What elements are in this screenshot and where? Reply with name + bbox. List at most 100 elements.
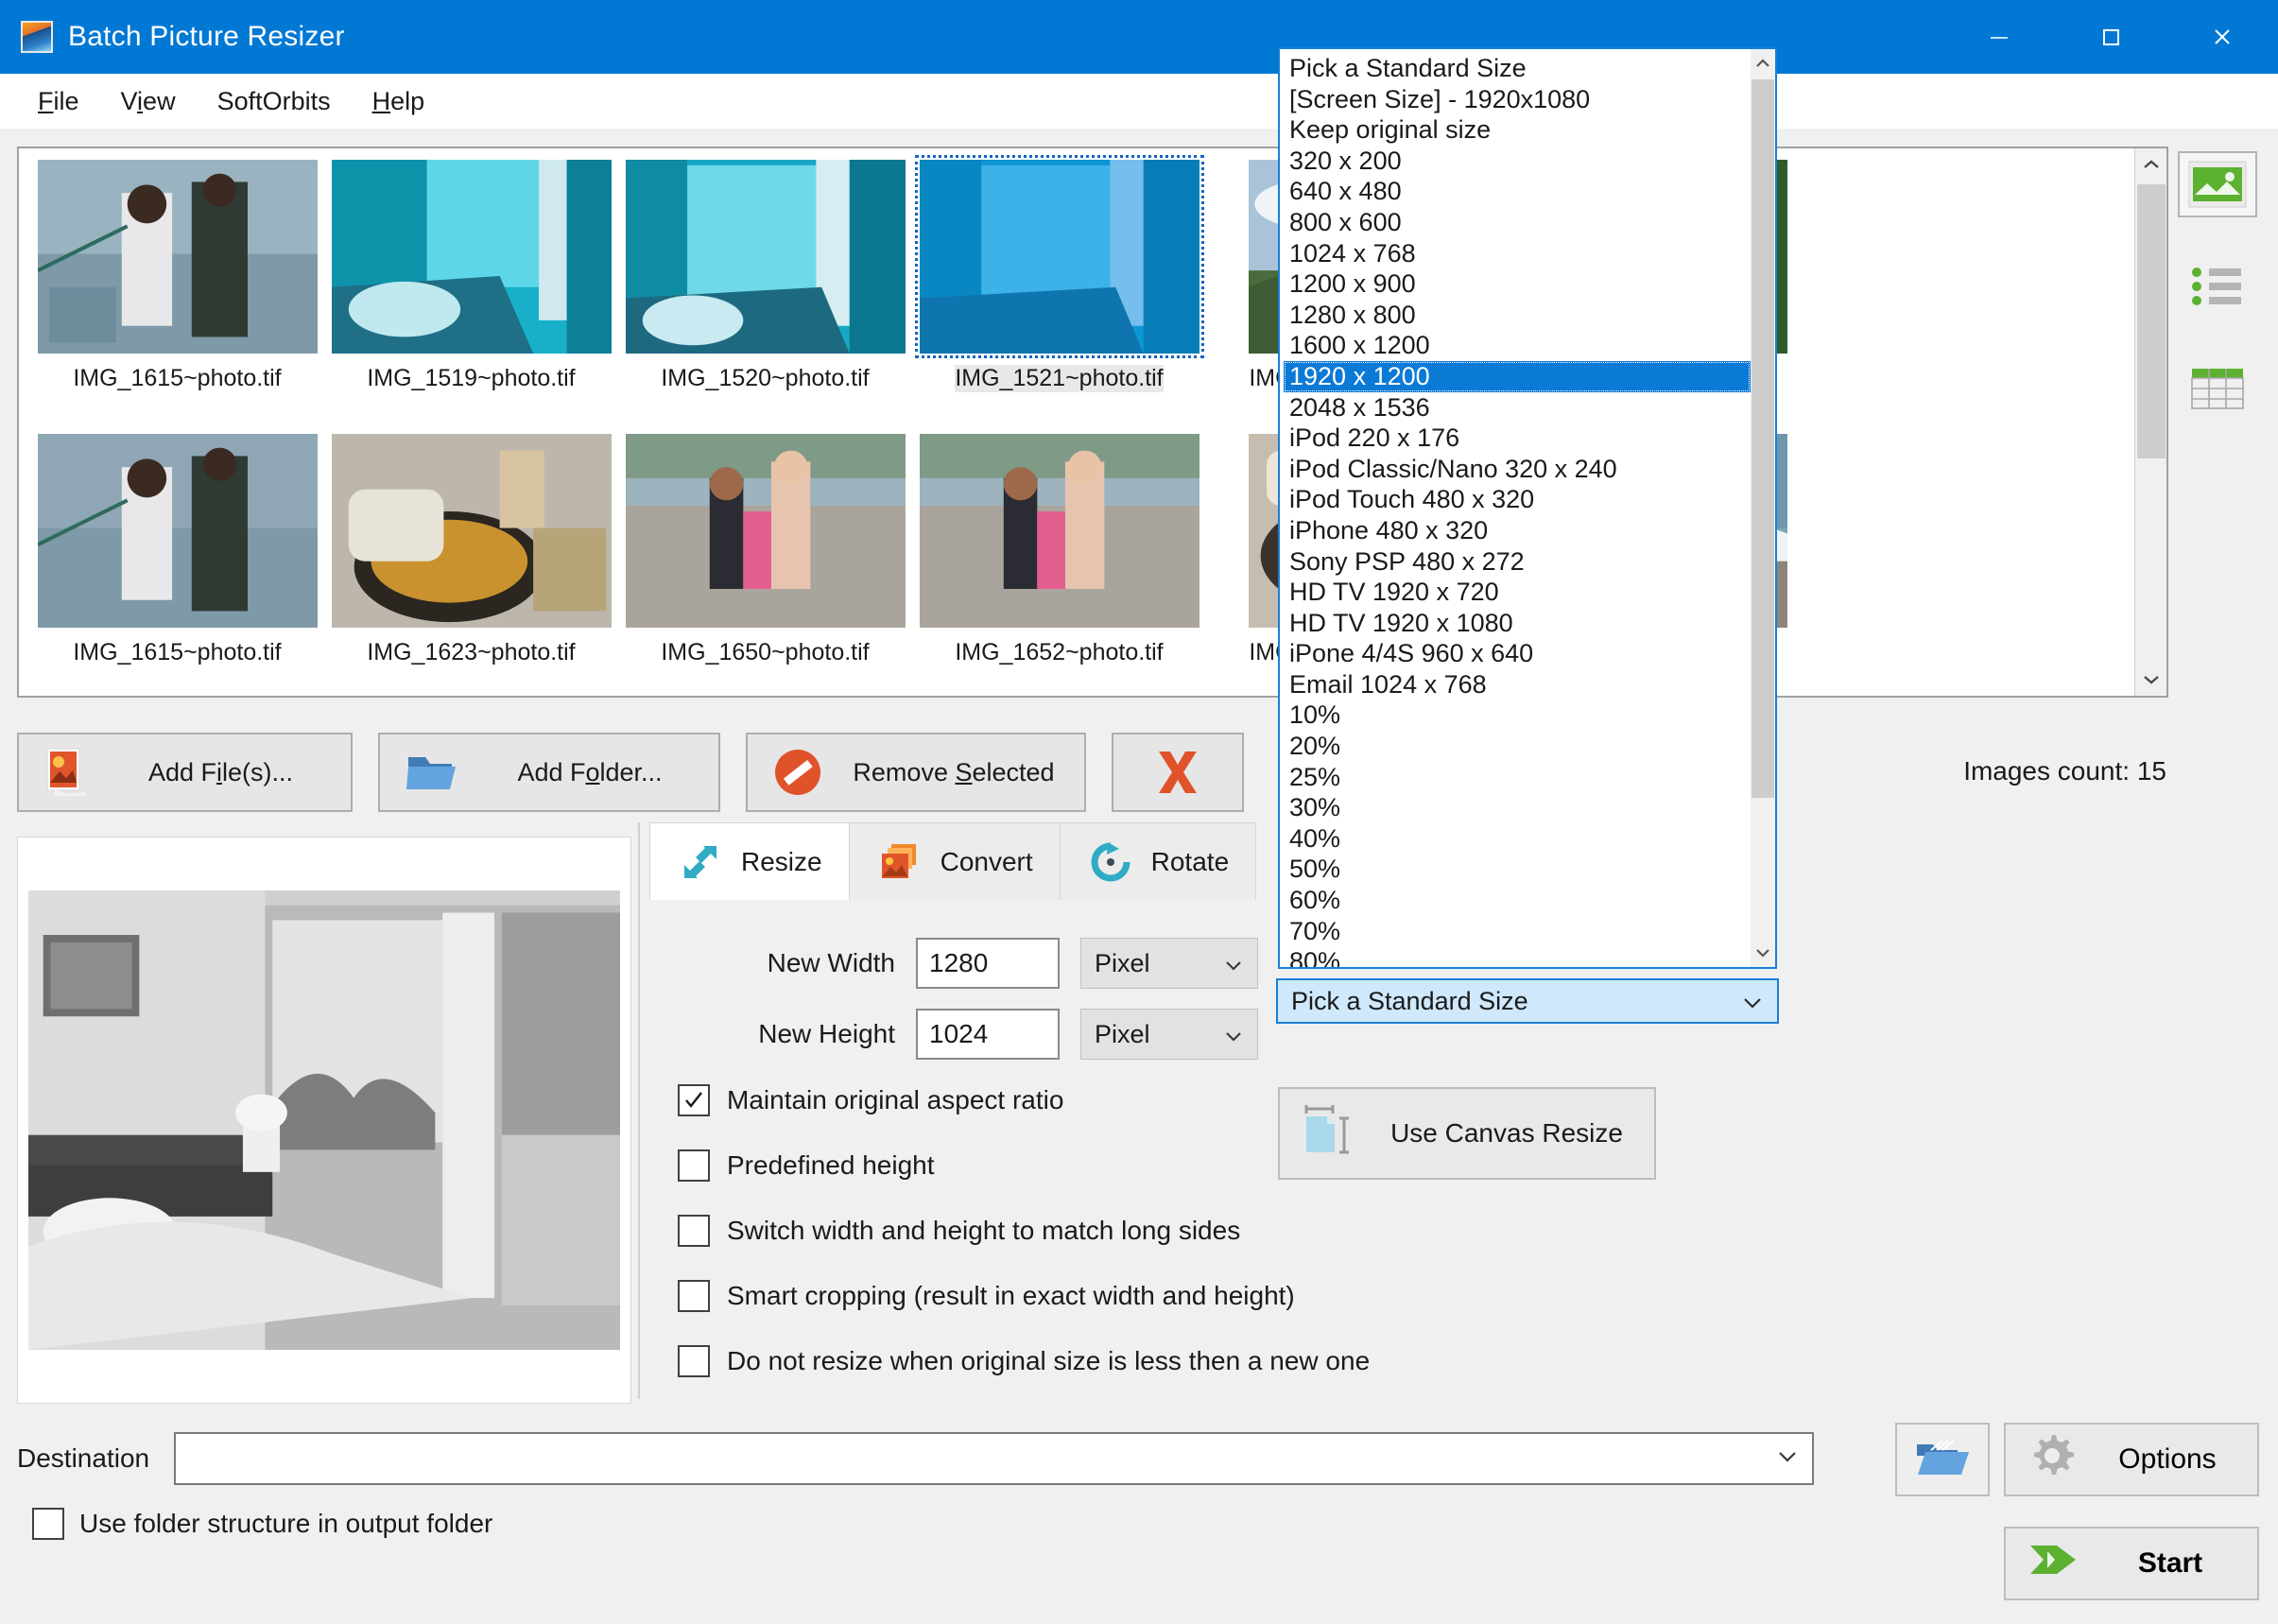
options-button[interactable]: Options — [2004, 1423, 2259, 1496]
checkbox-use-folder-structure[interactable]: Use folder structure in output folder — [32, 1508, 492, 1540]
dropdown-option[interactable]: 1600 x 1200 — [1284, 330, 1751, 361]
scroll-down-icon[interactable] — [2135, 664, 2167, 696]
close-icon[interactable] — [2166, 0, 2278, 74]
dropdown-option[interactable]: 640 x 480 — [1284, 176, 1751, 207]
scroll-up-icon[interactable] — [2135, 148, 2167, 181]
thumbnail-item[interactable]: IMG_1520~photo.tif — [618, 156, 912, 430]
minimize-icon[interactable] — [1943, 0, 2055, 74]
dropdown-option[interactable]: Sony PSP 480 x 272 — [1284, 546, 1751, 578]
tab-rotate[interactable]: Rotate — [1059, 822, 1257, 900]
thumbnail-caption: IMG_1615~photo.tif — [73, 639, 282, 665]
dropdown-option[interactable]: Keep original size — [1284, 114, 1751, 146]
remove-selected-button[interactable]: Remove Selected — [746, 733, 1086, 812]
dropdown-option[interactable]: iPone 4/4S 960 x 640 — [1284, 638, 1751, 669]
checkbox-box — [678, 1215, 710, 1247]
dropdown-option[interactable]: Pick a Standard Size — [1284, 53, 1751, 84]
open-folder-icon — [1914, 1435, 1971, 1485]
new-width-unit-select[interactable]: Pixel — [1080, 938, 1258, 989]
dropdown-option[interactable]: 20% — [1284, 731, 1751, 762]
thumbnail-item[interactable]: IMG_1615~photo.tif — [30, 156, 324, 430]
thumbnail-item[interactable]: IMG_1519~photo.tif — [324, 156, 618, 430]
scrollbar-thumb[interactable] — [1752, 79, 1774, 798]
dropdown-option[interactable]: HD TV 1920 x 720 — [1284, 577, 1751, 608]
checkbox-do-not-resize[interactable]: Do not resize when original size is less… — [678, 1345, 1370, 1377]
checkbox-smart-cropping[interactable]: Smart cropping (result in exact width an… — [678, 1280, 1295, 1312]
destination-combobox[interactable] — [174, 1432, 1815, 1485]
dropdown-option[interactable]: Email 1024 x 768 — [1284, 669, 1751, 700]
thumbnail-item[interactable]: IMG_1652~photo.tif — [912, 430, 1206, 696]
checkbox-switch-wh[interactable]: Switch width and height to match long si… — [678, 1215, 1240, 1247]
dropdown-option[interactable]: iPhone 480 x 320 — [1284, 515, 1751, 546]
dropdown-option[interactable]: 40% — [1284, 823, 1751, 855]
maximize-icon[interactable] — [2055, 0, 2166, 74]
thumbnail-image — [37, 160, 318, 354]
dropdown-option[interactable]: 1200 x 900 — [1284, 268, 1751, 300]
checkbox-box — [678, 1280, 710, 1312]
start-button[interactable]: Start — [2004, 1527, 2259, 1600]
dropdown-option[interactable]: 1280 x 800 — [1284, 300, 1751, 331]
thumbnail-item[interactable]: IMG_1615~photo.tif — [30, 430, 324, 696]
browse-destination-button[interactable] — [1895, 1423, 1990, 1496]
use-canvas-resize-button[interactable]: Use Canvas Resize — [1278, 1087, 1656, 1180]
standard-size-dropdown-list[interactable]: Pick a Standard Size [Screen Size] - 1920… — [1278, 47, 1777, 969]
dropdown-option[interactable]: [Screen Size] - 1920x1080 — [1284, 84, 1751, 115]
tab-resize-label: Resize — [741, 846, 822, 876]
tab-rotate-label: Rotate — [1150, 846, 1230, 876]
title-bar: Batch Picture Resizer — [0, 0, 2278, 74]
menu-view[interactable]: View — [100, 81, 197, 122]
dropdown-option[interactable]: 1920 x 1200 — [1284, 360, 1751, 392]
dropdown-option[interactable]: 50% — [1284, 854, 1751, 885]
dropdown-option[interactable]: 70% — [1284, 916, 1751, 947]
chevron-down-icon — [1776, 1449, 1799, 1468]
menu-help[interactable]: Help — [352, 81, 446, 122]
checkbox-label: Maintain original aspect ratio — [727, 1085, 1064, 1114]
checkbox-maintain-aspect[interactable]: Maintain original aspect ratio — [678, 1084, 1063, 1116]
scroll-down-icon[interactable] — [1751, 939, 1775, 967]
thumbnail-list-panel[interactable]: IMG_1615~photo.tif IMG_1519~photo.tif IM… — [17, 147, 2168, 698]
red-x-icon — [1159, 752, 1197, 793]
dropdown-option[interactable]: 2048 x 1536 — [1284, 392, 1751, 423]
dropdown-option[interactable]: 60% — [1284, 885, 1751, 916]
checkbox-label: Do not resize when original size is less… — [727, 1346, 1371, 1375]
green-arrow-icon — [2027, 1536, 2083, 1591]
dropdown-option[interactable]: iPod Touch 480 x 320 — [1284, 484, 1751, 515]
menu-file[interactable]: File — [17, 81, 100, 122]
thumbnail-caption: IMG_1623~photo.tif — [367, 639, 576, 665]
thumbnail-item-selected[interactable]: IMG_1521~photo.tif — [912, 155, 1206, 430]
thumbnail-view-icon[interactable] — [2178, 151, 2257, 217]
dropdown-option[interactable]: 800 x 600 — [1284, 207, 1751, 238]
dropdown-option[interactable]: iPod Classic/Nano 320 x 240 — [1284, 454, 1751, 485]
add-folder-button[interactable]: Add Folder... — [378, 733, 720, 812]
new-height-unit-select[interactable]: Pixel — [1080, 1009, 1258, 1060]
thumbnail-item[interactable]: IMG_1650~photo.tif — [618, 430, 912, 696]
dropdown-scrollbar[interactable] — [1751, 49, 1775, 967]
new-width-input[interactable] — [916, 938, 1060, 989]
standard-size-combobox[interactable]: Pick a Standard Size — [1276, 978, 1779, 1024]
tab-convert[interactable]: Convert — [848, 822, 1061, 900]
menu-softorbits[interactable]: SoftOrbits — [197, 81, 352, 122]
dropdown-option[interactable]: 30% — [1284, 792, 1751, 823]
scrollbar-thumb[interactable] — [2137, 184, 2166, 458]
dropdown-option[interactable]: 25% — [1284, 762, 1751, 793]
dropdown-option[interactable]: 320 x 200 — [1284, 146, 1751, 177]
add-folder-label: Add Folder... — [517, 757, 663, 786]
file-actions-toolbar: Add File(s)... Add Folder... Remove Sele… — [17, 733, 1244, 812]
dropdown-option[interactable]: HD TV 1920 x 1080 — [1284, 608, 1751, 639]
image-preview-panel — [17, 837, 631, 1404]
dropdown-option[interactable]: iPod 220 x 176 — [1284, 423, 1751, 454]
scroll-up-icon[interactable] — [1751, 49, 1775, 78]
add-files-button[interactable]: Add File(s)... — [17, 733, 353, 812]
rotate-clockwise-icon — [1087, 838, 1134, 886]
checkbox-predefined-height[interactable]: Predefined height — [678, 1149, 935, 1182]
list-view-icon[interactable] — [2178, 253, 2257, 320]
dropdown-option[interactable]: 80% — [1284, 946, 1751, 967]
dropdown-option[interactable]: 1024 x 768 — [1284, 238, 1751, 269]
thumbnail-item[interactable]: IMG_1623~photo.tif — [324, 430, 618, 696]
thumbnail-caption: IMG_1520~photo.tif — [661, 365, 870, 391]
clear-all-button[interactable] — [1112, 733, 1244, 812]
tab-resize[interactable]: Resize — [649, 822, 850, 900]
details-view-icon[interactable] — [2178, 355, 2257, 422]
dropdown-option[interactable]: 10% — [1284, 700, 1751, 731]
thumbnail-scrollbar[interactable] — [2134, 148, 2166, 696]
new-height-input[interactable] — [916, 1009, 1060, 1060]
